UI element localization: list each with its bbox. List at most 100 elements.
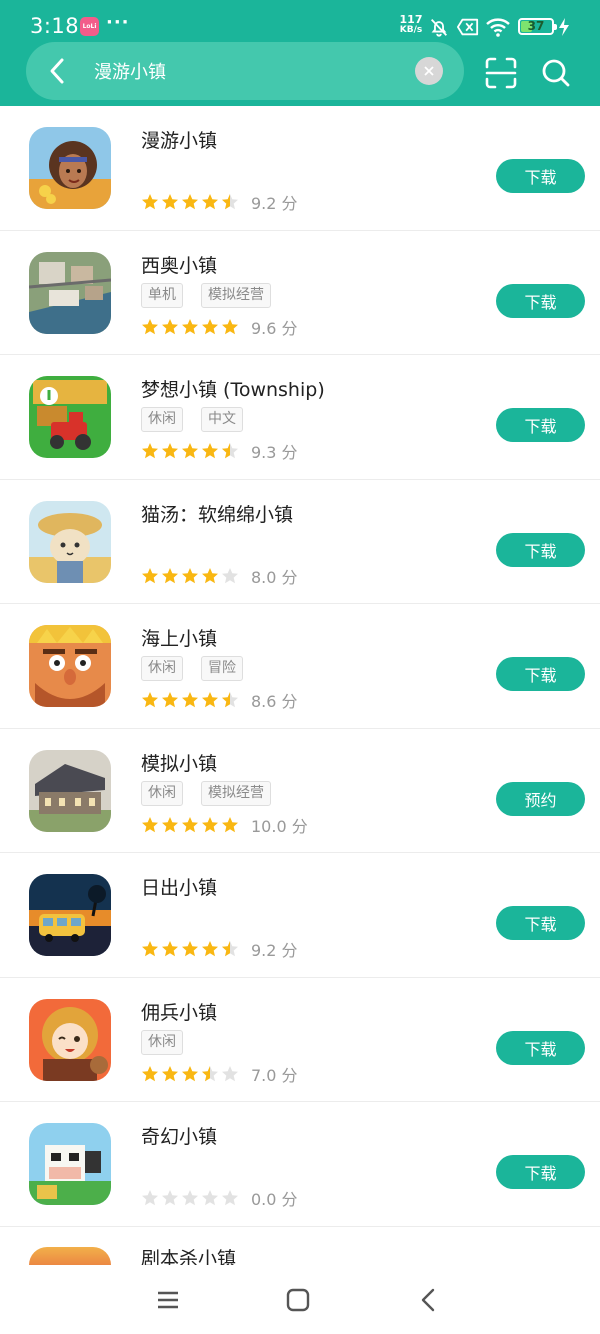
star-half-icon (222, 443, 238, 459)
rating-score: 10.0 分 (251, 816, 308, 836)
anime-girl-icon[interactable] (29, 998, 111, 1081)
search-input[interactable]: 漫游小镇 (94, 58, 166, 84)
cow-farm-icon[interactable] (29, 1123, 111, 1205)
cat-farmer-icon[interactable] (29, 500, 111, 583)
category-tag: 休闲 (141, 1029, 183, 1055)
star-empty-icon (182, 1190, 198, 1206)
star-full-icon (222, 816, 238, 832)
list-item-partial[interactable]: 剧本杀小镇 (0, 1245, 600, 1265)
list-item[interactable]: 猫汤：软绵绵小镇 8.0 分 下载 (0, 480, 600, 604)
search-bar[interactable]: 漫游小镇 (26, 42, 464, 100)
city-aerial-icon[interactable] (29, 251, 111, 334)
star-full-icon (162, 941, 178, 957)
star-full-icon (202, 318, 218, 334)
list-item[interactable]: 梦想小镇 (Township) 休闲 中文 9.3 分 下载 (0, 355, 600, 480)
girl-portrait-icon[interactable] (29, 127, 111, 209)
rating-score: 8.6 分 (251, 692, 298, 711)
star-full-icon (202, 941, 218, 957)
download-button[interactable]: 下载 (496, 906, 585, 940)
star-rating (141, 1189, 239, 1207)
back-icon[interactable] (414, 1285, 444, 1315)
charging-bolt-icon (559, 18, 569, 36)
rating: 7.0 分 (141, 1062, 298, 1086)
system-nav-bar (0, 1265, 600, 1334)
app-name: 梦想小镇 (Township) (141, 379, 325, 401)
star-full-icon (182, 443, 198, 459)
rating-score: 7.0 分 (251, 1065, 298, 1085)
search-icon[interactable] (540, 57, 572, 89)
tractor-farm-icon[interactable] (29, 376, 111, 458)
reserve-button[interactable]: 预约 (496, 781, 585, 816)
scan-icon[interactable] (484, 56, 518, 90)
status-app-badge: LoLi (80, 17, 99, 36)
rating-score: 0.0 分 (251, 1190, 298, 1209)
star-full-icon (142, 692, 158, 708)
home-icon[interactable] (283, 1285, 313, 1315)
rating: 0.0 分 (141, 1186, 298, 1210)
star-full-icon (182, 941, 198, 957)
rating: 9.2 分 (141, 937, 298, 961)
star-full-icon (162, 318, 178, 334)
download-button[interactable]: 下载 (496, 1155, 585, 1189)
download-button[interactable]: 下载 (496, 1030, 585, 1065)
rating: 9.3 分 (141, 439, 298, 463)
download-button[interactable]: 下载 (496, 283, 585, 318)
star-full-icon (162, 443, 178, 459)
list-item[interactable]: 漫游小镇 9.2 分 下载 (0, 106, 600, 231)
rating-score: 8.0 分 (251, 567, 298, 587)
star-full-icon (182, 1065, 198, 1081)
star-empty-icon (142, 1190, 158, 1206)
tag-list: 休闲 (141, 1029, 183, 1055)
star-rating (141, 1065, 239, 1083)
clear-search-button[interactable] (415, 57, 443, 85)
category-tag: 单机 (141, 282, 183, 308)
download-button[interactable]: 下载 (496, 159, 585, 193)
download-button[interactable]: 下载 (496, 532, 585, 567)
star-full-icon (202, 194, 218, 210)
star-half-icon (222, 941, 238, 957)
star-rating (141, 816, 239, 834)
bearded-king-icon[interactable] (29, 625, 111, 707)
star-half-icon (202, 1065, 218, 1081)
search-result-list: 漫游小镇 9.2 分 下载 西奥小镇 单机 模拟经营 9.6 分 下载 梦想小镇 … (0, 106, 600, 1227)
download-button[interactable]: 下载 (496, 657, 585, 691)
app-name: 奇幻小镇 (141, 1126, 218, 1148)
rating-score: 9.6 分 (251, 318, 298, 338)
list-item[interactable]: 模拟小镇 休闲 模拟经营 10.0 分 预约 (0, 729, 600, 853)
rating: 8.6 分 (141, 688, 298, 712)
star-empty-icon (222, 1190, 238, 1206)
star-full-icon (202, 567, 218, 583)
star-full-icon (182, 816, 198, 832)
star-full-icon (162, 816, 178, 832)
back-arrow-icon[interactable] (42, 55, 74, 87)
star-full-icon (162, 194, 178, 210)
star-half-icon (222, 692, 238, 708)
mansion-icon[interactable] (29, 749, 111, 832)
tag-list: 单机 模拟经营 (141, 282, 271, 308)
tag-list: 休闲 模拟经营 (141, 780, 271, 806)
app-name: 日出小镇 (141, 877, 218, 899)
star-rating (141, 318, 239, 336)
list-item[interactable]: 奇幻小镇 0.0 分 下载 (0, 1102, 600, 1227)
rating: 8.0 分 (141, 564, 298, 588)
app-name: 剧本杀小镇 (141, 1248, 237, 1265)
star-rating (141, 193, 239, 211)
rating-score: 9.3 分 (251, 443, 298, 462)
status-time: 3:18 (30, 14, 80, 38)
star-empty-icon (222, 567, 238, 583)
menu-icon[interactable] (153, 1285, 183, 1315)
list-item[interactable]: 佣兵小镇 休闲 7.0 分 下载 (0, 978, 600, 1102)
network-speed: 117 KB/s (399, 13, 423, 35)
star-empty-icon (162, 1190, 178, 1206)
mute-bell-icon (430, 19, 448, 37)
tag-list: 休闲 冒险 (141, 656, 243, 681)
app-header: 3:18 LoLi ··· 117 KB/s 37 漫游小镇 (0, 0, 600, 106)
download-button[interactable]: 下载 (496, 408, 585, 442)
rating-score: 9.2 分 (251, 194, 298, 213)
list-item[interactable]: 西奥小镇 单机 模拟经营 9.6 分 下载 (0, 231, 600, 355)
list-item[interactable]: 日出小镇 9.2 分 下载 (0, 853, 600, 978)
bus-sunset-icon[interactable] (29, 874, 111, 956)
wifi-icon (486, 18, 510, 37)
star-full-icon (142, 318, 158, 334)
list-item[interactable]: 海上小镇 休闲 冒险 8.6 分 下载 (0, 604, 600, 729)
